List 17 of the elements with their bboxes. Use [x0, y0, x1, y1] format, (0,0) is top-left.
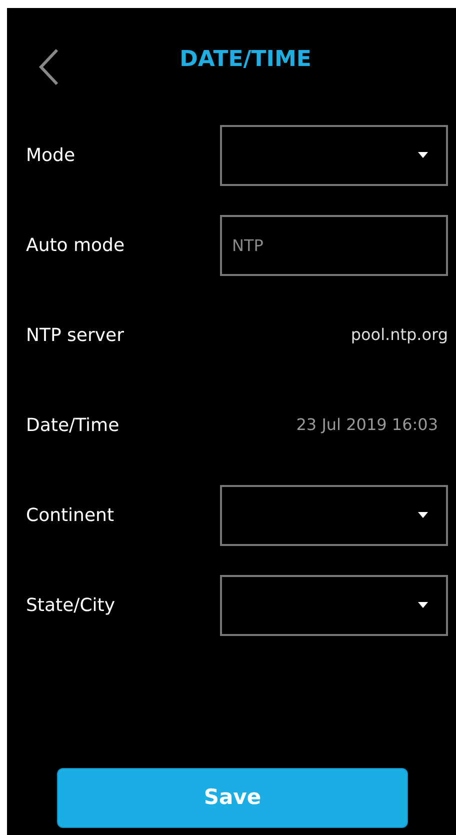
field-label: Auto mode [26, 234, 126, 258]
dropdown[interactable] [220, 484, 448, 546]
caret-icon [418, 602, 428, 608]
field-label: State/City [26, 594, 116, 618]
field-label: Mode [26, 144, 76, 168]
input-field[interactable]: NTP [220, 214, 448, 276]
field-value: 23 Jul 2019 16:03 [296, 414, 438, 436]
field-value: pool.ntp.org [350, 324, 448, 346]
caret-icon [418, 152, 428, 158]
dropdown[interactable] [220, 124, 448, 186]
caret-icon [418, 512, 428, 518]
dropdown[interactable] [220, 574, 448, 636]
field-label: NTP server [26, 324, 126, 348]
page-title: DATE/TIME [180, 46, 312, 74]
field-label: Date/Time [26, 414, 120, 438]
field-label: Continent [26, 504, 115, 528]
back-button[interactable] [38, 48, 60, 86]
